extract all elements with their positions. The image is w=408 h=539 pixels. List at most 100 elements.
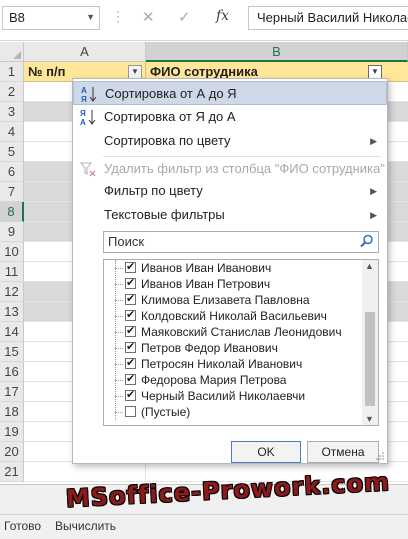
row-header-10[interactable]: 10 [0, 242, 24, 262]
row-header-20[interactable]: 20 [0, 442, 24, 462]
filter-value-checkbox[interactable]: ✔ [125, 390, 136, 401]
cell-b1-text: ФИО сотрудника [150, 64, 258, 79]
list-scrollbar[interactable]: ▲ ▼ [362, 260, 378, 425]
filter-value-item[interactable]: ✔ Федорова Мария Петрова [104, 372, 362, 388]
row-header-9[interactable]: 9 [0, 222, 24, 242]
row-header-8[interactable]: 8 [0, 202, 24, 222]
filter-value-label: Климова Елизавета Павловна [141, 293, 310, 307]
row-header-17[interactable]: 17 [0, 382, 24, 402]
select-all-corner[interactable] [0, 42, 24, 62]
row-header-2[interactable]: 2 [0, 82, 24, 102]
filter-value-item[interactable]: ✔ Иванов Иван Иванович [104, 260, 362, 276]
column-header-a[interactable]: A [24, 42, 146, 62]
chevron-right-icon: ▶ [370, 210, 377, 220]
close-icon[interactable]: ✕ [142, 8, 155, 26]
row-header-11[interactable]: 11 [0, 262, 24, 282]
menu-filter-by-color[interactable]: Фильтр по цвету ▶ [73, 179, 387, 203]
menu-filter-by-color-label: Фильтр по цвету [104, 183, 203, 198]
tree-connector [115, 396, 123, 398]
resize-grip-icon[interactable] [376, 452, 384, 460]
filter-value-checkbox[interactable]: ✔ [125, 262, 136, 273]
column-header-b[interactable]: B [146, 42, 408, 62]
row-header-13[interactable]: 13 [0, 302, 24, 322]
cancel-button[interactable]: Отмена [307, 441, 379, 463]
tree-connector [115, 316, 123, 318]
filter-value-checkbox[interactable]: ✔ [125, 310, 136, 321]
status-ready: Готово [4, 519, 42, 533]
menu-sort-by-color[interactable]: Сортировка по цвету ▶ [73, 129, 387, 153]
row-header-6[interactable]: 6 [0, 162, 24, 182]
cell-a1-text: № п/п [28, 64, 66, 79]
filter-value-item[interactable]: ✔ Климова Елизавета Павловна [104, 292, 362, 308]
filter-value-item[interactable]: (Пустые) [104, 404, 362, 420]
filter-value-checkbox[interactable]: ✔ [125, 278, 136, 289]
filter-value-item[interactable]: ✔ Петров Федор Иванович [104, 340, 362, 356]
row-header-19[interactable]: 19 [0, 422, 24, 442]
filter-value-checkbox[interactable]: ✔ [125, 326, 136, 337]
search-placeholder: Поиск [108, 234, 145, 249]
chevron-down-icon[interactable]: ▼ [86, 12, 95, 22]
tree-connector [115, 268, 123, 270]
row-header-14[interactable]: 14 [0, 322, 24, 342]
filter-value-checkbox[interactable]: ✔ [125, 374, 136, 385]
row-header-15[interactable]: 15 [0, 342, 24, 362]
name-box-value: B8 [9, 10, 25, 25]
filter-value-checkbox[interactable]: ✔ [125, 358, 136, 369]
row-header-7[interactable]: 7 [0, 182, 24, 202]
filter-value-item[interactable]: ✔ Колдовский Николай Васильевич [104, 308, 362, 324]
row-header-3[interactable]: 3 [0, 102, 24, 122]
filter-button-a[interactable]: ▼ [128, 65, 142, 79]
filter-value-label: Маяковский Станислав Леонидович [141, 325, 342, 339]
formula-bar-grip-icon: ⋮ [111, 8, 125, 24]
filter-value-checkbox[interactable] [125, 406, 136, 417]
svg-text:А: А [80, 118, 86, 126]
row-header-16[interactable]: 16 [0, 362, 24, 382]
sort-ascending-icon: А Я [81, 86, 97, 103]
tree-connector [115, 348, 123, 350]
menu-sort-asc[interactable]: А Я Сортировка от А до Я [73, 81, 387, 105]
tree-connector [115, 284, 123, 286]
filter-value-checkbox[interactable]: ✔ [125, 342, 136, 353]
ok-button[interactable]: OK [231, 441, 301, 463]
filter-value-label: Черный Василий Николаевчи [141, 389, 306, 403]
search-input[interactable]: Поиск [103, 231, 379, 253]
formula-input[interactable]: Черный Василий Николаевич [248, 6, 408, 30]
scrollbar-thumb[interactable] [365, 312, 375, 406]
row-header-1[interactable]: 1 [0, 62, 24, 82]
row-header-4[interactable]: 4 [0, 122, 24, 142]
menu-sort-desc[interactable]: Я А Сортировка от Я до А [73, 105, 387, 129]
chevron-right-icon: ▶ [370, 136, 377, 146]
menu-sort-asc-label: Сортировка от А до Я [105, 86, 237, 101]
sort-descending-icon: Я А [80, 109, 96, 126]
formula-buttons: ✕ ✓ fx [132, 6, 242, 30]
row-header-21[interactable]: 21 [0, 462, 24, 482]
row-header-12[interactable]: 12 [0, 282, 24, 302]
filter-button-b[interactable]: ▼ [368, 65, 382, 79]
scroll-down-icon[interactable]: ▼ [365, 414, 374, 424]
filter-values-list: ✔ Иванов Иван Иванович ✔ Иванов Иван Петров… [103, 259, 379, 426]
check-icon[interactable]: ✓ [178, 8, 191, 26]
filter-value-item[interactable]: ✔ Петросян Николай Иванович [104, 356, 362, 372]
row-header-18[interactable]: 18 [0, 402, 24, 422]
filter-value-checkbox[interactable]: ✔ [125, 294, 136, 305]
menu-clear-filter: Удалить фильтр из столбца "ФИО сотрудник… [73, 157, 387, 181]
filter-value-label: Иванов Иван Петрович [141, 277, 271, 291]
filter-value-item[interactable]: ✔ Иванов Иван Петрович [104, 276, 362, 292]
row-header-5[interactable]: 5 [0, 142, 24, 162]
clear-filter-icon [79, 162, 96, 177]
name-box[interactable]: B8 ▼ [2, 6, 100, 30]
tree-connector [115, 380, 123, 382]
status-bar: Готово Вычислить [0, 514, 408, 539]
svg-text:А: А [81, 86, 87, 95]
tree-connector [115, 300, 123, 302]
filter-value-item[interactable]: ✔ Черный Василий Николаевчи [104, 388, 362, 404]
menu-sort-by-color-label: Сортировка по цвету [104, 133, 231, 148]
filter-value-label: Петросян Николай Иванович [141, 357, 303, 371]
insert-function-icon[interactable]: fx [216, 8, 229, 24]
scroll-up-icon[interactable]: ▲ [365, 261, 374, 271]
tree-connector [115, 332, 123, 334]
menu-text-filters-label: Текстовые фильтры [104, 207, 225, 222]
menu-text-filters[interactable]: Текстовые фильтры ▶ [73, 203, 387, 227]
filter-value-item[interactable]: ✔ Маяковский Станислав Леонидович [104, 324, 362, 340]
menu-sort-desc-label: Сортировка от Я до А [104, 109, 236, 124]
